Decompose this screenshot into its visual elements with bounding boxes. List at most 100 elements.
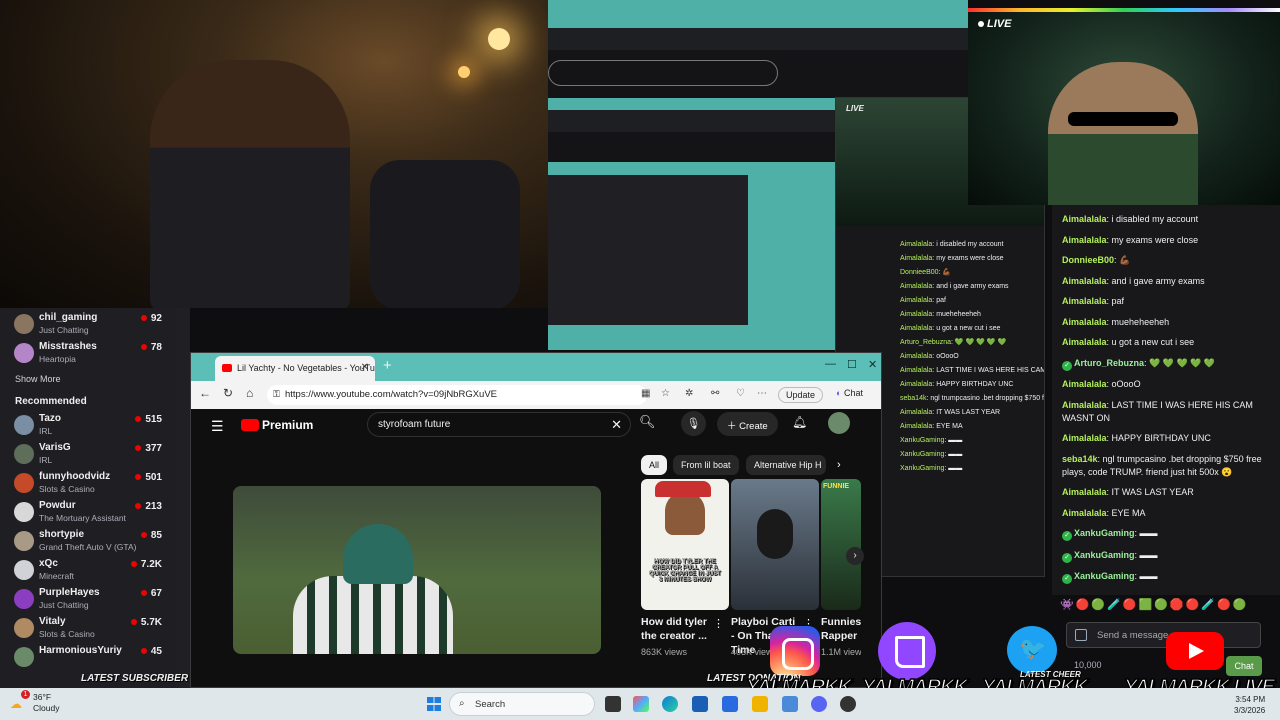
minimize-icon[interactable]: —: [825, 358, 836, 370]
sidebar-channel[interactable]: VarisG IRL 377: [0, 438, 175, 467]
chat-text: u got a new cut i see: [1111, 337, 1195, 347]
edge-browser-icon[interactable]: [662, 696, 678, 712]
favorite-star-icon[interactable]: ☆: [661, 388, 670, 399]
chips-next-icon[interactable]: ›: [837, 459, 841, 471]
chat-message: ✓ Arturo_Rebuzna: 💚 💚 💚 💚 💚: [1062, 357, 1270, 371]
more-menu-icon[interactable]: ⋯: [757, 388, 767, 399]
sidebar-channel[interactable]: Misstrashes Heartopia 78: [0, 337, 175, 366]
window-close-icon[interactable]: ✕: [868, 358, 877, 371]
chat-username[interactable]: XankuGaming: [1074, 550, 1135, 560]
chat-username[interactable]: Aimalalala: [1062, 317, 1107, 327]
lamp-light: [488, 28, 510, 50]
short-1-menu-icon[interactable]: ⋮: [713, 617, 724, 630]
short-thumbnail-1[interactable]: HOW DID TYLER THE CREATOR PULL OFF A QUI…: [641, 479, 729, 610]
chat-username[interactable]: Aimalalala: [1062, 433, 1107, 443]
app-icon[interactable]: [782, 696, 798, 712]
chat-username[interactable]: Aimalalala: [1062, 400, 1107, 410]
chat-username[interactable]: seba14k: [1062, 454, 1098, 464]
chat-username[interactable]: Aimalalala: [1062, 296, 1107, 306]
hamburger-menu-icon[interactable]: ☰: [211, 418, 224, 435]
chat-username[interactable]: Aimalalala: [1062, 379, 1107, 389]
tab-close-icon[interactable]: ✕: [361, 362, 369, 373]
weather-widget[interactable]: 36°F Cloudy: [33, 692, 59, 714]
channel-category: Just Chatting: [39, 600, 89, 610]
taskbar-search[interactable]: ⌕ Search: [449, 692, 595, 716]
refresh-icon[interactable]: ↻: [223, 386, 233, 400]
channel-name: Vitaly: [39, 616, 66, 627]
maximize-icon[interactable]: ☐: [847, 358, 857, 371]
copilot-chat-button[interactable]: ◐ Chat: [836, 388, 863, 398]
instagram-icon: [770, 626, 820, 676]
sidebar-channel[interactable]: HarmoniousYuriy 45: [0, 641, 175, 670]
url-bar[interactable]: ⚿ https://www.youtube.com/watch?v=09jNbR…: [267, 385, 647, 405]
chat-username[interactable]: Aimalalala: [1062, 214, 1107, 224]
chat-message: Aimalalala: mueheheeheh: [1062, 316, 1270, 329]
notifications-bell-icon[interactable]: 🔔︎: [792, 415, 807, 429]
youtube-search-input[interactable]: styrofoam future ✕: [367, 412, 631, 437]
chat-channel-points-icon[interactable]: [1075, 629, 1087, 641]
emote-bar[interactable]: 👾🔴🟢🧪🔴🟩🟢🛑🔴🧪🔴🟢: [1060, 598, 1275, 616]
store-icon[interactable]: [692, 696, 708, 712]
nested-window-bar: [548, 28, 968, 50]
browser-tab-youtube[interactable]: Lil Yachty - No Vegetables - YouTu ✕: [215, 356, 375, 381]
short-thumbnail-2[interactable]: [731, 479, 819, 610]
chat-username[interactable]: DonnieeB00: [1062, 255, 1114, 265]
extensions-icon[interactable]: ✲: [685, 388, 693, 399]
chat-username[interactable]: Aimalalala: [1062, 487, 1107, 497]
youtube-premium-logo[interactable]: Premium: [241, 418, 313, 432]
chat-username[interactable]: Aimalalala: [1062, 235, 1107, 245]
clear-search-icon[interactable]: ✕: [611, 417, 622, 433]
search-icon[interactable]: 🔍︎: [639, 414, 656, 430]
chip-all[interactable]: All: [641, 455, 668, 475]
copilot-app-icon[interactable]: [633, 696, 649, 712]
sidebar-channel[interactable]: xQc Minecraft 7.2K: [0, 554, 175, 583]
discord-icon[interactable]: [811, 696, 827, 712]
sidebar-channel[interactable]: chil_gaming Just Chatting 92: [0, 308, 175, 337]
task-view-icon[interactable]: [605, 696, 621, 712]
dropbox-icon[interactable]: [722, 696, 738, 712]
system-clock[interactable]: 3:54 PM 3/3/2026: [1234, 694, 1265, 716]
video-player[interactable]: [233, 486, 601, 654]
sidebar-channel[interactable]: funnyhoodvidz Slots & Casino 501: [0, 467, 175, 496]
browser-essentials-icon[interactable]: ⚯: [711, 388, 719, 399]
file-explorer-icon[interactable]: [752, 696, 768, 712]
chip-from-lil-boat[interactable]: From lil boat: [673, 455, 739, 475]
short-3-title[interactable]: Funnies Rapper: [821, 615, 861, 643]
update-button[interactable]: Update: [778, 387, 824, 403]
split-screen-icon[interactable]: ▦: [641, 388, 650, 399]
chat-username[interactable]: Aimalalala: [1062, 337, 1107, 347]
nested-chat-text: 💪🏾: [942, 269, 952, 276]
sunglasses: [1068, 112, 1178, 126]
home-icon[interactable]: ⌂: [246, 386, 253, 400]
short-thumbnail-3[interactable]: FUNNIE: [821, 479, 861, 610]
nested-chat-message: Aimalalala: u got a new cut i see: [900, 325, 1001, 332]
weather-cloud-icon[interactable]: ☁: [10, 697, 22, 711]
obs-icon[interactable]: [840, 696, 856, 712]
chat-send-button[interactable]: Chat: [1226, 656, 1262, 676]
lamp-light-small: [458, 66, 470, 78]
streamer-figure: [150, 60, 350, 308]
microphone-icon[interactable]: 🎙︎: [681, 411, 706, 436]
chat-username[interactable]: XankuGaming: [1074, 528, 1135, 538]
sidebar-channel[interactable]: Tazo IRL 515: [0, 409, 175, 438]
new-tab-icon[interactable]: +: [383, 357, 392, 374]
back-icon[interactable]: ←: [199, 386, 211, 400]
user-avatar[interactable]: [828, 412, 850, 434]
chip-alternative-hip-hop[interactable]: Alternative Hip H: [746, 455, 826, 475]
create-button[interactable]: ＋ Create: [717, 412, 778, 436]
chat-username[interactable]: Arturo_Rebuzna: [1074, 358, 1144, 368]
chat-username[interactable]: Aimalalala: [1062, 508, 1107, 518]
sidebar-channel[interactable]: PurpleHayes Just Chatting 67: [0, 583, 175, 612]
sidebar-channel[interactable]: Vitaly Slots & Casino 5.7K: [0, 612, 175, 641]
windows-start-icon[interactable]: [427, 697, 441, 711]
site-info-icon[interactable]: ⚿: [273, 389, 280, 400]
sidebar-channel[interactable]: shortypie Grand Theft Auto V (GTA) 85: [0, 525, 175, 554]
show-more-link[interactable]: Show More: [0, 366, 175, 392]
short-1-title[interactable]: How did tyler the creator ...: [641, 615, 711, 643]
chat-input[interactable]: Send a message: [1066, 622, 1261, 648]
sidebar-channel[interactable]: Powdur The Mortuary Assistant 213: [0, 496, 175, 525]
favorites-icon[interactable]: ♡: [736, 388, 745, 399]
chat-username[interactable]: XankuGaming: [1074, 571, 1135, 581]
shorts-next-icon[interactable]: ›: [846, 547, 864, 565]
chat-username[interactable]: Aimalalala: [1062, 276, 1107, 286]
